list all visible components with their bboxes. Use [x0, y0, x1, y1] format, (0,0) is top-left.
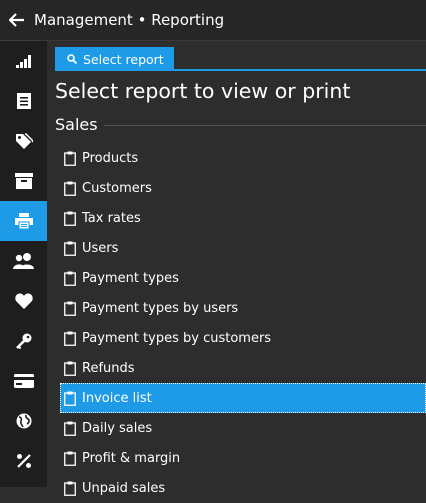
- page-breadcrumb: Management • Reporting: [34, 11, 225, 29]
- clipboard-icon: [64, 151, 76, 166]
- sidebar: [0, 41, 47, 487]
- clipboard-icon: [64, 271, 76, 286]
- clipboard-icon: [64, 361, 76, 376]
- report-item[interactable]: Unpaid sales: [60, 473, 426, 503]
- key-icon: [15, 333, 31, 349]
- report-item[interactable]: Customers: [60, 173, 426, 203]
- sidebar-item-customers[interactable]: [0, 241, 47, 281]
- users-icon: [12, 253, 34, 269]
- report-label: Payment types by customers: [82, 330, 272, 346]
- clipboard-icon: [64, 391, 76, 406]
- sidebar-item-promotions[interactable]: [0, 121, 47, 161]
- sidebar-item-security[interactable]: [0, 321, 47, 361]
- report-item[interactable]: Refunds: [60, 353, 426, 383]
- report-list: Products Customers Tax rates Users Payme…: [60, 143, 426, 503]
- chart-bars-icon: [15, 55, 31, 68]
- printer-icon: [14, 213, 33, 229]
- report-item[interactable]: Tax rates: [60, 203, 426, 233]
- sidebar-item-reporting[interactable]: [0, 201, 47, 241]
- report-label: Payment types by users: [82, 300, 239, 316]
- section-divider: [103, 124, 426, 126]
- sidebar-item-dashboard[interactable]: [0, 41, 47, 81]
- section-label: Sales: [55, 114, 98, 134]
- report-item[interactable]: Users: [60, 233, 426, 263]
- tags-icon: [15, 133, 33, 149]
- main-content: Select report Select report to view or p…: [47, 41, 426, 496]
- globe-icon: [16, 413, 31, 429]
- document-icon: [16, 93, 31, 109]
- report-label: Payment types: [82, 270, 179, 286]
- report-label: Refunds: [82, 360, 135, 376]
- credit-card-icon: [13, 374, 34, 388]
- report-label: Profit & margin: [82, 450, 181, 466]
- percent-icon: [16, 454, 31, 468]
- clipboard-icon: [64, 181, 76, 196]
- report-label: Users: [82, 240, 119, 256]
- tab-label: Select report: [83, 51, 164, 67]
- archive-box-icon: [14, 173, 33, 189]
- report-item[interactable]: Products: [60, 143, 426, 173]
- sidebar-item-payments[interactable]: [0, 361, 47, 401]
- report-label: Tax rates: [82, 210, 141, 226]
- report-item[interactable]: Payment types: [60, 263, 426, 293]
- report-label: Invoice list: [82, 390, 152, 406]
- clipboard-icon: [64, 481, 76, 496]
- clipboard-icon: [64, 241, 76, 256]
- search-icon: [67, 54, 77, 64]
- clipboard-icon: [64, 421, 76, 436]
- back-button[interactable]: [0, 0, 34, 41]
- report-label: Unpaid sales: [82, 480, 166, 496]
- clipboard-icon: [64, 211, 76, 226]
- heart-icon: [14, 293, 33, 309]
- report-label: Products: [82, 150, 139, 166]
- clipboard-icon: [64, 331, 76, 346]
- report-item[interactable]: Profit & margin: [60, 443, 426, 473]
- report-label: Daily sales: [82, 420, 153, 436]
- arrow-left-icon: [9, 13, 24, 27]
- report-label: Customers: [82, 180, 152, 196]
- tab-strip: Select report: [55, 47, 426, 71]
- section-header: Sales: [55, 113, 426, 135]
- sidebar-item-documents[interactable]: [0, 81, 47, 121]
- title-bar: Management • Reporting: [0, 0, 426, 41]
- sidebar-item-stock[interactable]: [0, 161, 47, 201]
- tab-select-report[interactable]: Select report: [55, 47, 174, 71]
- report-item[interactable]: Payment types by users: [60, 293, 426, 323]
- page-title: Select report to view or print: [55, 79, 351, 103]
- sidebar-item-loyalty[interactable]: [0, 281, 47, 321]
- clipboard-icon: [64, 301, 76, 316]
- report-item-selected[interactable]: Invoice list: [60, 383, 426, 413]
- report-item[interactable]: Daily sales: [60, 413, 426, 443]
- sidebar-item-countries[interactable]: [0, 401, 47, 441]
- clipboard-icon: [64, 451, 76, 466]
- report-item[interactable]: Payment types by customers: [60, 323, 426, 353]
- sidebar-item-taxes[interactable]: [0, 441, 47, 481]
